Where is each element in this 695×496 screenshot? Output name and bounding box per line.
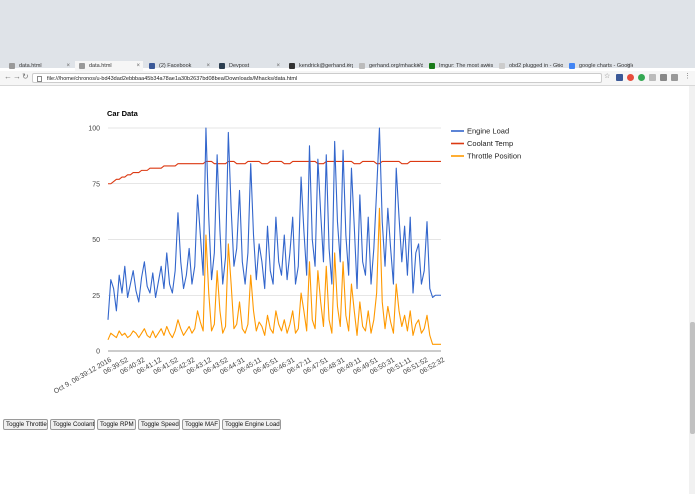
tab-label: Imgur: The most aweso	[439, 63, 493, 69]
browser-tab[interactable]: gerhand.org/mhacks/dat ×	[355, 61, 423, 71]
tab-label: data.html	[89, 63, 112, 69]
tab-favicon-icon	[219, 63, 225, 69]
browser-tab[interactable]: (2) Facebook ×	[145, 61, 213, 71]
file-icon	[37, 76, 42, 82]
extension-gray-icon[interactable]	[649, 74, 656, 81]
toggle-rpm-button[interactable]: Toggle RPM	[97, 419, 136, 430]
y-tick-label: 50	[92, 237, 100, 244]
tab-label: data.html	[19, 63, 42, 69]
extension-dark-icon[interactable]	[660, 74, 667, 81]
browser-tab[interactable]: google charts - Google S×	[565, 61, 633, 71]
browser-tab[interactable]: Imgur: The most aweso ×	[425, 61, 493, 71]
page-scrollbar-thumb[interactable]	[690, 322, 695, 434]
browser-tab[interactable]: data.html ×	[5, 61, 73, 71]
y-tick-label: 100	[88, 126, 100, 133]
opera-icon[interactable]	[627, 74, 634, 81]
tab-close-icon[interactable]: ×	[206, 61, 210, 71]
browser-toolbar: ← → ↻ file:///home/chronos/u-bd43dad2ebb…	[0, 71, 695, 86]
bookmark-star-icon[interactable]: ☆	[604, 72, 610, 80]
tab-close-icon[interactable]: ×	[66, 61, 70, 71]
extension-green-icon[interactable]	[638, 74, 645, 81]
tab-label: (2) Facebook	[159, 63, 192, 69]
address-bar[interactable]: file:///home/chronos/u-bd43dad2ebbbaa45b…	[32, 73, 602, 83]
toggle-coolant-button[interactable]: Toggle Coolant	[50, 419, 95, 430]
tab-close-icon[interactable]: ×	[486, 61, 490, 71]
browser-tab[interactable]: data.html ×	[75, 61, 143, 71]
tab-favicon-icon	[429, 63, 435, 69]
menu-icon[interactable]: ⋮	[684, 72, 691, 80]
tab-label: obd2 plugged in - Goog	[509, 63, 563, 69]
back-icon[interactable]: ←	[4, 72, 12, 81]
series-line-throttle-position	[107, 207, 441, 345]
address-text: file:///home/chronos/u-bd43dad2ebbbaa45b…	[47, 76, 298, 82]
browser-tab-strip	[0, 0, 695, 68]
toggle-speed-button[interactable]: Toggle Speed	[138, 419, 180, 430]
y-tick-label: 25	[92, 293, 100, 300]
browser-tab[interactable]: obd2 plugged in - Goog ×	[495, 61, 563, 71]
browser-tab[interactable]: kendrick@gerhand.org ×	[285, 61, 353, 71]
x-tick-label: Oct 9, 06:39:12 2016	[53, 357, 113, 396]
y-tick-label: 0	[96, 349, 100, 356]
tab-favicon-icon	[499, 63, 505, 69]
tab-label: kendrick@gerhand.org	[299, 63, 353, 69]
forward-icon[interactable]: →	[13, 72, 21, 81]
tab-close-icon[interactable]: ×	[556, 61, 560, 71]
extension-icon[interactable]	[616, 74, 623, 81]
tab-label: Devpost	[229, 63, 250, 69]
tab-favicon-icon	[289, 63, 295, 69]
car-data-chart: Car Data 0 25 50 75 100 Oct 9, 06:39:12 2016…	[53, 109, 521, 396]
toggle-maf-button[interactable]: Toggle MAF	[182, 419, 220, 430]
tab-favicon-icon	[569, 63, 575, 69]
legend-label: Engine Load	[467, 127, 509, 136]
toggle-engine-load-button[interactable]: Toggle Engine Load	[222, 419, 281, 430]
tab-favicon-icon	[149, 63, 155, 69]
legend-label: Coolant Temp	[467, 139, 513, 148]
chart-title: Car Data	[107, 109, 139, 118]
tab-close-icon[interactable]: ×	[276, 61, 280, 71]
tab-favicon-icon	[79, 63, 85, 69]
series-line-engine-load	[107, 127, 441, 320]
toggle-throttle-button[interactable]: Toggle Throttle	[3, 419, 48, 430]
browser-tab[interactable]: Devpost ×	[215, 61, 283, 71]
tab-close-icon[interactable]: ×	[626, 61, 630, 71]
tab-close-icon[interactable]: ×	[416, 61, 420, 71]
y-tick-label: 75	[92, 181, 100, 188]
tab-favicon-icon	[359, 63, 365, 69]
tab-close-icon[interactable]: ×	[346, 61, 350, 71]
reload-icon[interactable]: ↻	[22, 72, 29, 81]
legend-label: Throttle Position	[467, 152, 521, 161]
tab-label: gerhand.org/mhacks/dat	[369, 63, 423, 69]
tab-label: google charts - Google S	[579, 63, 633, 69]
series-line-coolant-temp	[108, 160, 441, 185]
tab-close-icon[interactable]: ×	[136, 61, 140, 71]
tab-favicon-icon	[9, 63, 15, 69]
cast-icon[interactable]	[671, 74, 678, 81]
